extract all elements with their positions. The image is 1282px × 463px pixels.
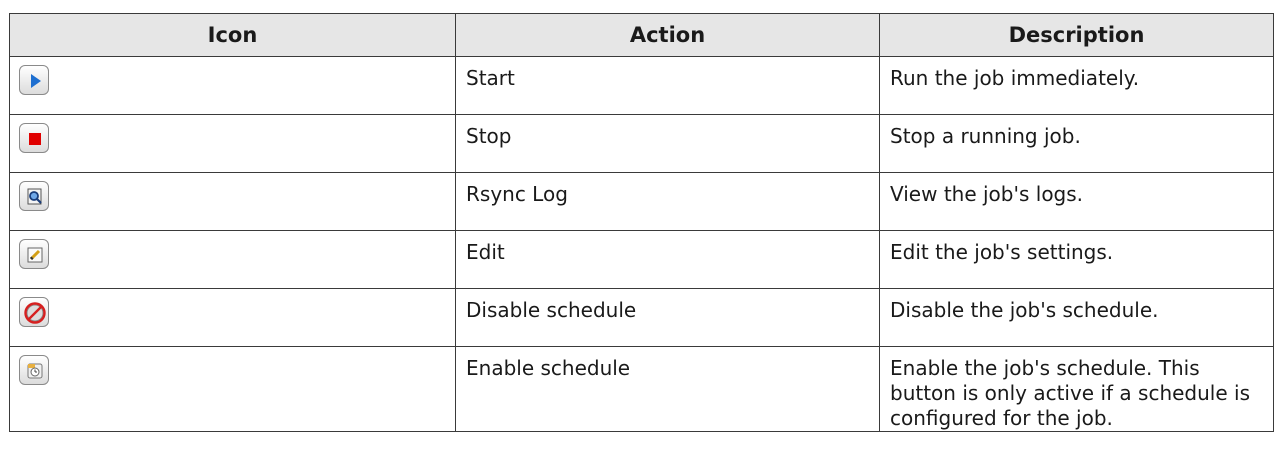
play-icon	[19, 65, 49, 95]
action-cell: Rsync Log	[455, 172, 880, 231]
header-action: Action	[455, 13, 880, 57]
disable-schedule-icon	[19, 297, 49, 327]
action-cell: Stop	[455, 114, 880, 173]
action-cell: Start	[455, 56, 880, 115]
table-row: Start Run the job immediately.	[9, 56, 1274, 115]
table-row: Stop Stop a running job.	[9, 114, 1274, 173]
enable-schedule-icon	[19, 355, 49, 385]
header-icon: Icon	[9, 13, 456, 57]
action-cell: Enable schedule	[455, 346, 880, 432]
description-cell: Stop a running job.	[879, 114, 1274, 173]
description-cell: Enable the job's schedule. This button i…	[879, 346, 1274, 432]
table-row: Rsync Log View the job's logs.	[9, 172, 1274, 231]
edit-pencil-icon	[19, 239, 49, 269]
action-cell: Disable schedule	[455, 288, 880, 347]
icon-action-table: Icon Action Description Start Run the jo…	[9, 13, 1274, 432]
table-header-row: Icon Action Description	[9, 13, 1274, 57]
table-row: Disable schedule Disable the job's sched…	[9, 288, 1274, 347]
description-cell: View the job's logs.	[879, 172, 1274, 231]
table-row: Enable schedule Enable the job's schedul…	[9, 346, 1274, 432]
description-cell: Edit the job's settings.	[879, 230, 1274, 289]
header-description: Description	[879, 13, 1274, 57]
actions-table: Icon Action Description Start Run the jo…	[9, 13, 1274, 432]
stop-icon	[19, 123, 49, 153]
action-cell: Edit	[455, 230, 880, 289]
magnifier-log-icon	[19, 181, 49, 211]
table-row: Edit Edit the job's settings.	[9, 230, 1274, 289]
description-cell: Disable the job's schedule.	[879, 288, 1274, 347]
description-cell: Run the job immediately.	[879, 56, 1274, 115]
